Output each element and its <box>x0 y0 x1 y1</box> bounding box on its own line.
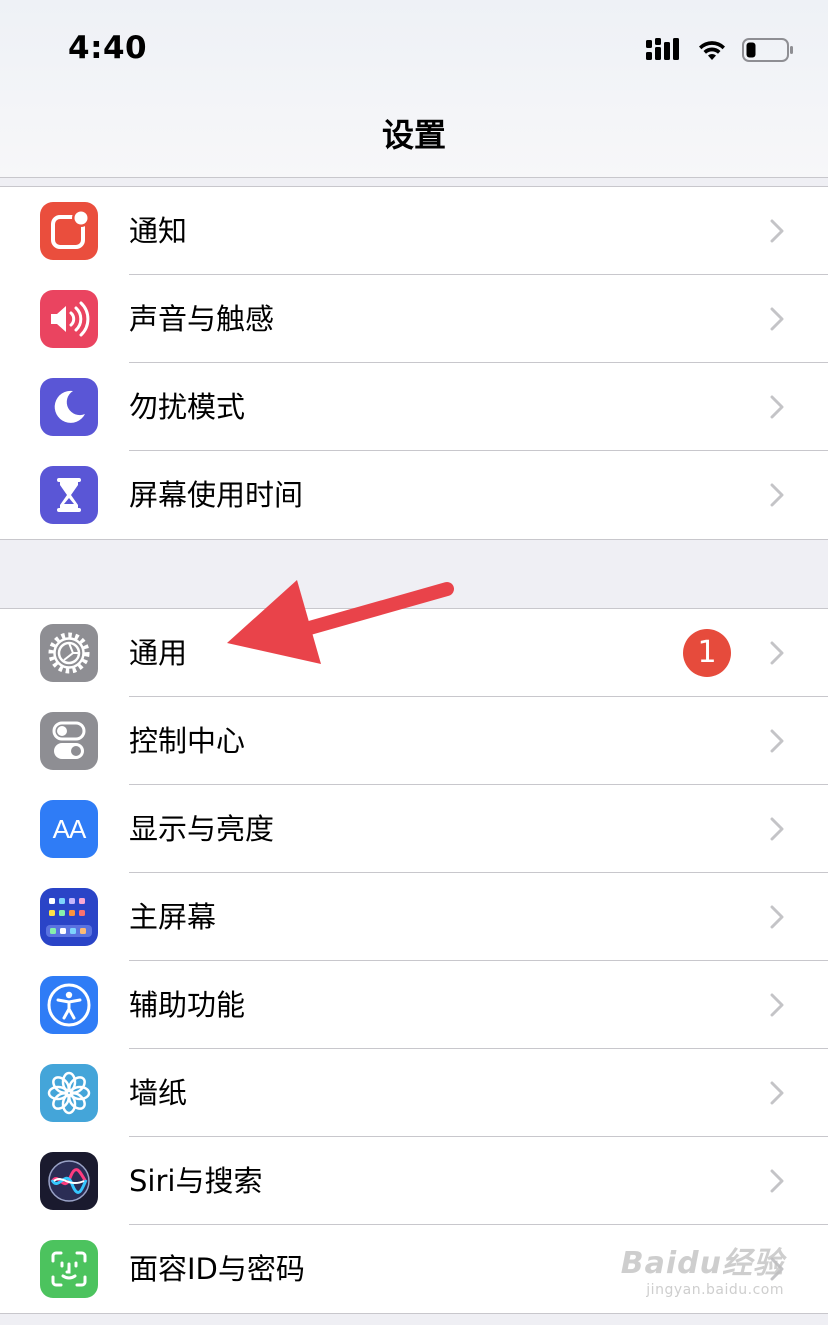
row-label: 主屏幕 <box>129 900 217 934</box>
notification-badge: 1 <box>683 629 731 677</box>
hourglass-icon <box>40 466 98 524</box>
chevron-right-icon <box>770 307 784 331</box>
settings-row-wallpaper[interactable]: 墙纸 <box>0 1049 828 1137</box>
row-label: 通知 <box>129 214 188 248</box>
chevron-right-icon <box>770 993 784 1017</box>
row-label: 通用 <box>129 636 188 670</box>
settings-row-notifications[interactable]: 通知 <box>0 187 828 275</box>
siri-icon <box>40 1152 98 1210</box>
row-label: 屏幕使用时间 <box>129 478 304 512</box>
chevron-right-icon <box>770 729 784 753</box>
chevron-right-icon <box>770 1169 784 1193</box>
settings-group-2: 通用 1 控制中心 AA 显示与亮度 主屏幕 辅助功能 墙纸 Siri与搜索 面… <box>0 608 828 1314</box>
row-label: 显示与亮度 <box>129 812 275 846</box>
settings-row-accessibility[interactable]: 辅助功能 <box>0 961 828 1049</box>
speaker-icon <box>40 290 98 348</box>
settings-row-control-center[interactable]: 控制中心 <box>0 697 828 785</box>
status-icons <box>646 36 794 64</box>
page-title: 设置 <box>381 116 446 154</box>
flower-icon <box>40 1064 98 1122</box>
settings-row-siri-search[interactable]: Siri与搜索 <box>0 1137 828 1225</box>
watermark-brand: Baidu经验 <box>620 1246 784 1281</box>
home-screen-icon <box>40 888 98 946</box>
chevron-right-icon <box>770 219 784 243</box>
settings-row-screen-time[interactable]: 屏幕使用时间 <box>0 451 828 539</box>
chevron-right-icon <box>770 483 784 507</box>
chevron-right-icon <box>770 641 784 665</box>
face-id-icon <box>40 1240 98 1298</box>
settings-row-do-not-disturb[interactable]: 勿扰模式 <box>0 363 828 451</box>
row-label: 控制中心 <box>129 724 246 758</box>
row-label: 声音与触感 <box>129 302 275 336</box>
notifications-icon <box>40 202 98 260</box>
settings-group-1: 通知 声音与触感 勿扰模式 屏幕使用时间 <box>0 186 828 540</box>
watermark: Baidu经验 jingyan.baidu.com <box>621 1238 784 1298</box>
gear-icon <box>40 624 98 682</box>
chevron-right-icon <box>770 817 784 841</box>
battery-icon <box>742 38 793 62</box>
toggles-icon <box>40 712 98 770</box>
status-time: 4:40 <box>68 30 148 66</box>
row-label: Siri与搜索 <box>129 1164 263 1198</box>
row-label: 墙纸 <box>129 1076 188 1110</box>
annotation-arrow-icon <box>227 580 454 664</box>
wifi-icon <box>699 41 725 60</box>
accessibility-icon <box>40 976 98 1034</box>
settings-row-display-brightness[interactable]: AA 显示与亮度 <box>0 785 828 873</box>
cellular-signal-icon <box>646 38 679 60</box>
navigation-header: 4:40 设置 <box>0 0 828 178</box>
settings-row-sounds[interactable]: 声音与触感 <box>0 275 828 363</box>
watermark-url: jingyan.baidu.com <box>646 1282 784 1298</box>
text-size-glyph: AA <box>52 813 87 844</box>
chevron-right-icon <box>770 905 784 929</box>
chevron-right-icon <box>770 1081 784 1105</box>
settings-row-home-screen[interactable]: 主屏幕 <box>0 873 828 961</box>
row-label: 勿扰模式 <box>129 390 246 424</box>
moon-icon <box>40 378 98 436</box>
chevron-right-icon <box>770 395 784 419</box>
text-size-icon: AA <box>40 800 98 858</box>
row-label: 辅助功能 <box>129 988 246 1022</box>
row-label: 面容ID与密码 <box>129 1252 305 1286</box>
